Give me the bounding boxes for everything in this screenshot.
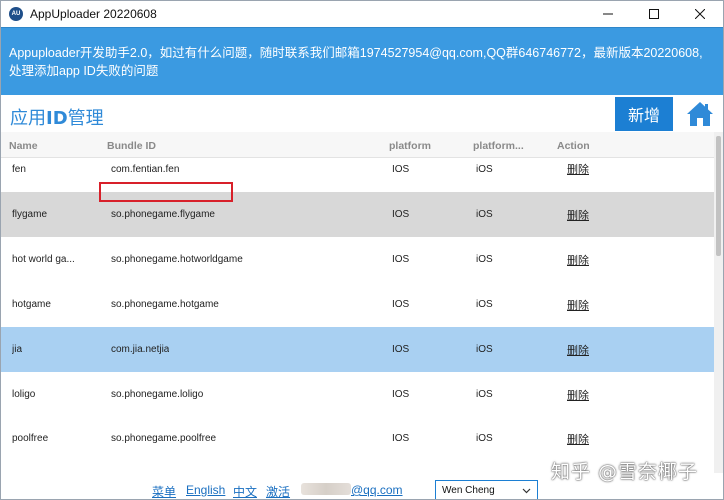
chinese-link[interactable]: 中文 bbox=[233, 483, 257, 499]
menu-link[interactable]: 菜单 bbox=[152, 483, 176, 499]
cell-name: loligo bbox=[12, 389, 36, 400]
user-select-value: Wen Cheng bbox=[442, 484, 495, 496]
cell-platform: IOS bbox=[392, 299, 410, 310]
column-platform-2[interactable]: platform... bbox=[473, 140, 524, 152]
cell-bundle-id: so.phonegame.poolfree bbox=[111, 433, 217, 444]
table-row-selected[interactable]: jia com.jia.netjia IOS iOS 删除 bbox=[1, 327, 714, 372]
highlight-box bbox=[99, 182, 233, 202]
close-icon bbox=[695, 9, 705, 19]
banner-divider bbox=[1, 27, 723, 28]
cell-platform: IOS bbox=[392, 209, 410, 220]
delete-link[interactable]: 删除 bbox=[567, 327, 589, 372]
cell-platform-2: iOS bbox=[476, 433, 493, 444]
banner-text: Appuploader开发助手2.0，如过有什么问题，随时联系我们邮箱19745… bbox=[9, 46, 703, 78]
cell-bundle-id: com.jia.netjia bbox=[111, 344, 170, 355]
cell-platform-2: iOS bbox=[476, 344, 493, 355]
maximize-button[interactable] bbox=[631, 1, 677, 27]
cell-name: fen bbox=[12, 163, 26, 175]
delete-link[interactable]: 删除 bbox=[567, 372, 589, 417]
maximize-icon bbox=[649, 9, 659, 19]
delete-link[interactable]: 删除 bbox=[567, 237, 589, 282]
cell-platform: IOS bbox=[392, 254, 410, 265]
table-row[interactable]: poolfree so.phonegame.poolfree IOS iOS 删… bbox=[1, 416, 714, 461]
email-blur bbox=[301, 483, 351, 495]
cell-name: flygame bbox=[12, 209, 48, 220]
column-bundle-id[interactable]: Bundle ID bbox=[107, 140, 156, 152]
user-select[interactable]: Wen Cheng bbox=[435, 480, 538, 499]
table-row[interactable]: hot world ga... so.phonegame.hotworldgam… bbox=[1, 237, 714, 282]
page-title-prefix: 应用 bbox=[10, 108, 46, 129]
page-title-bold: ID bbox=[46, 108, 68, 129]
cell-name: poolfree bbox=[12, 433, 49, 444]
window-controls bbox=[585, 1, 723, 27]
cell-bundle-id: so.phonegame.hotworldgame bbox=[111, 254, 243, 265]
english-link[interactable]: English bbox=[186, 483, 225, 497]
vertical-scrollbar[interactable] bbox=[714, 132, 723, 473]
cell-name: hot world ga... bbox=[12, 254, 75, 265]
app-window: AU AppUploader 20220608 Appuploader开发助手2… bbox=[0, 0, 724, 500]
cell-platform: IOS bbox=[392, 433, 410, 444]
delete-link[interactable]: 删除 bbox=[567, 158, 589, 180]
delete-link[interactable]: 删除 bbox=[567, 416, 589, 461]
window-title: AppUploader 20220608 bbox=[30, 7, 157, 21]
column-name[interactable]: Name bbox=[9, 140, 38, 152]
delete-link[interactable]: 删除 bbox=[567, 282, 589, 327]
minimize-button[interactable] bbox=[585, 1, 631, 27]
chevron-down-icon bbox=[522, 488, 531, 494]
table-header: Name Bundle ID platform platform... Acti… bbox=[1, 132, 714, 158]
cell-name: jia bbox=[12, 344, 23, 355]
cell-bundle-id: so.phonegame.hotgame bbox=[111, 299, 219, 310]
cell-platform-2: iOS bbox=[476, 254, 493, 265]
table-row[interactable]: hotgame so.phonegame.hotgame IOS iOS 删除 bbox=[1, 282, 714, 327]
page-title-suffix: 管理 bbox=[67, 108, 104, 129]
column-action[interactable]: Action bbox=[557, 140, 590, 152]
app-logo-icon: AU bbox=[9, 7, 23, 21]
email-link[interactable]: @qq.com bbox=[351, 483, 403, 497]
cell-platform: IOS bbox=[392, 389, 410, 400]
cell-platform-2: iOS bbox=[476, 163, 493, 175]
title-bar[interactable]: AU AppUploader 20220608 bbox=[1, 1, 723, 27]
home-icon bbox=[687, 102, 713, 126]
activate-link[interactable]: 激活 bbox=[266, 483, 290, 499]
add-app-id-button[interactable]: 新增 bbox=[615, 97, 673, 131]
scrollbar-thumb[interactable] bbox=[716, 136, 721, 256]
watermark: 知乎 @雪奈椰子 bbox=[551, 461, 699, 483]
cell-platform: IOS bbox=[392, 163, 410, 175]
cell-bundle-id: so.phonegame.loligo bbox=[111, 389, 204, 400]
cell-platform-2: iOS bbox=[476, 299, 493, 310]
info-banner: Appuploader开发助手2.0，如过有什么问题，随时联系我们邮箱19745… bbox=[1, 27, 723, 95]
table-row[interactable]: fen com.fentian.fen IOS iOS 删除 bbox=[1, 158, 714, 180]
cell-platform-2: iOS bbox=[476, 389, 493, 400]
cell-name: hotgame bbox=[12, 299, 51, 310]
cell-bundle-id: com.fentian.fen bbox=[111, 163, 180, 175]
delete-link[interactable]: 删除 bbox=[567, 192, 589, 237]
cell-platform-2: iOS bbox=[476, 209, 493, 220]
minimize-icon bbox=[603, 13, 613, 15]
close-button[interactable] bbox=[677, 1, 723, 27]
page-title: 应用ID管理 bbox=[10, 104, 104, 130]
cell-platform: IOS bbox=[392, 344, 410, 355]
home-button[interactable] bbox=[684, 97, 716, 131]
column-platform[interactable]: platform bbox=[389, 140, 431, 152]
table-row[interactable]: loligo so.phonegame.loligo IOS iOS 删除 bbox=[1, 372, 714, 417]
